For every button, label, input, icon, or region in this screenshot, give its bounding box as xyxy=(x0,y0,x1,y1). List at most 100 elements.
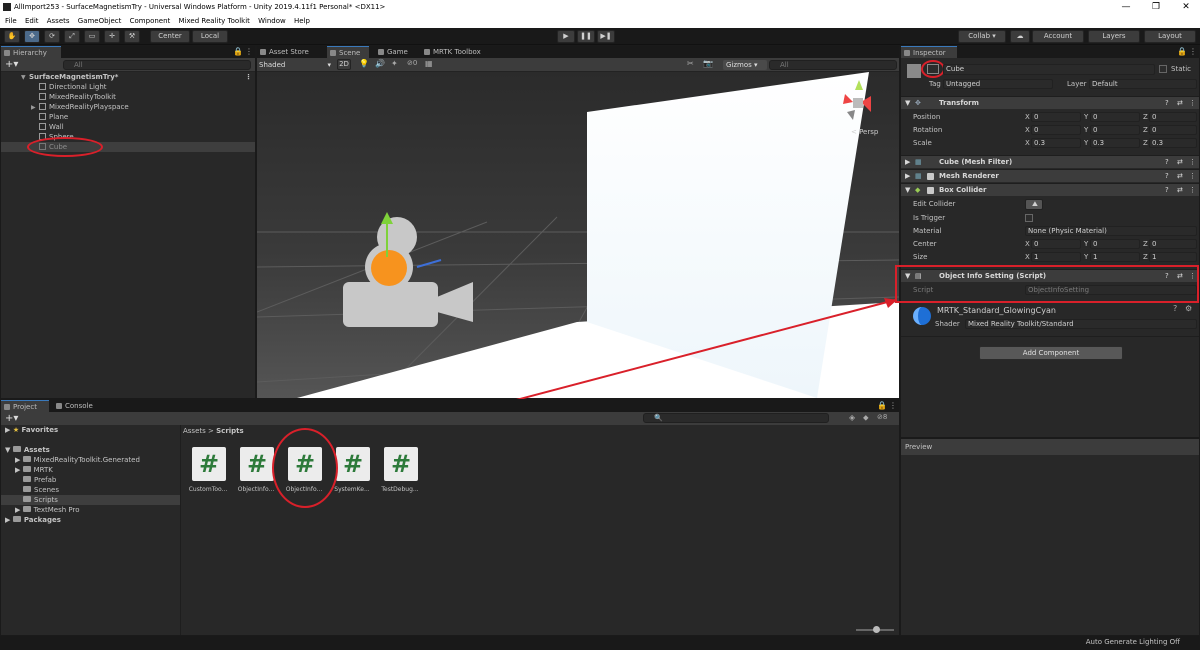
menu-gameobject[interactable]: GameObject xyxy=(78,17,122,25)
component-menu-icon[interactable]: ⋮ xyxy=(1189,156,1196,169)
account-dropdown[interactable]: Account xyxy=(1032,30,1084,43)
perspective-label[interactable]: < Persp xyxy=(851,128,878,136)
favorites-row[interactable]: ▶ ★ Favorites xyxy=(5,425,58,435)
tab-inspector[interactable]: Inspector xyxy=(901,46,957,58)
collapse-arrow-icon[interactable]: ▶ xyxy=(905,156,910,169)
folder-textmesh-pro[interactable]: ▶ TextMesh Pro xyxy=(15,505,80,515)
add-component-button[interactable]: Add Component xyxy=(979,346,1123,360)
center-z-field[interactable]: 0 xyxy=(1149,239,1197,249)
component-menu-icon[interactable]: ⚙ xyxy=(1185,304,1192,313)
layers-dropdown[interactable]: Layers xyxy=(1088,30,1140,43)
rotation-y-field[interactable]: 0 xyxy=(1090,125,1140,135)
help-icon[interactable]: ? xyxy=(1165,184,1169,197)
scale-x-field[interactable]: 0.3 xyxy=(1031,138,1081,148)
help-icon[interactable]: ? xyxy=(1165,97,1169,110)
expand-arrow-icon[interactable]: ▼ xyxy=(905,97,910,110)
hierarchy-item-mrtk[interactable]: MixedRealityToolkit xyxy=(1,92,255,102)
preset-icon[interactable]: ⇄ xyxy=(1177,170,1183,183)
menu-assets[interactable]: Assets xyxy=(47,17,70,25)
scale-z-field[interactable]: 0.3 xyxy=(1149,138,1197,148)
layout-dropdown[interactable]: Layout xyxy=(1144,30,1196,43)
gizmos-dropdown[interactable]: Gizmos ▾ xyxy=(723,60,767,70)
grid-icon[interactable]: ▦ xyxy=(425,59,433,68)
collab-button[interactable]: Collab ▾ xyxy=(958,30,1006,43)
folder-mrtk-generated[interactable]: ▶ MixedRealityToolkit.Generated xyxy=(15,455,140,465)
tab-project[interactable]: Project xyxy=(1,400,49,412)
rect-tool-icon[interactable]: ▭ xyxy=(84,30,100,43)
box-collider-header[interactable]: ▼ ◆ Box Collider ? ⇄ ⋮ xyxy=(901,183,1199,196)
script-file-customtool[interactable]: # xyxy=(192,447,226,481)
tab-game[interactable]: Game xyxy=(375,46,411,58)
physic-material-field[interactable]: None (Physic Material) xyxy=(1025,226,1197,236)
rotation-z-field[interactable]: 0 xyxy=(1149,125,1197,135)
hierarchy-item-plane[interactable]: Plane xyxy=(1,112,255,122)
script-file-systemke[interactable]: # xyxy=(336,447,370,481)
step-button[interactable]: ▶❚ xyxy=(597,30,615,43)
pivot-local-button[interactable]: Local xyxy=(192,30,228,43)
folder-mrtk[interactable]: ▶ MRTK xyxy=(15,465,53,475)
shading-dropdown[interactable]: Shaded ▾ xyxy=(259,60,331,70)
tab-hierarchy[interactable]: Hierarchy xyxy=(1,46,61,58)
size-x-field[interactable]: 1 xyxy=(1031,252,1081,262)
scene-menu-icon[interactable]: ⋮ xyxy=(245,72,252,82)
folder-prefab[interactable]: Prefab xyxy=(23,475,56,485)
folder-scripts[interactable]: Scripts xyxy=(1,495,180,505)
rotation-x-field[interactable]: 0 xyxy=(1031,125,1081,135)
is-trigger-checkbox[interactable] xyxy=(1025,214,1033,222)
position-z-field[interactable]: 0 xyxy=(1149,112,1197,122)
lock-icon[interactable]: 🔒 xyxy=(877,401,887,410)
hand-tool-icon[interactable]: ✋ xyxy=(4,30,20,43)
pivot-center-button[interactable]: Center xyxy=(150,30,190,43)
static-checkbox[interactable] xyxy=(1159,65,1167,73)
menu-help[interactable]: Help xyxy=(294,17,310,25)
enabled-checkbox[interactable] xyxy=(927,173,934,180)
center-x-field[interactable]: 0 xyxy=(1031,239,1081,249)
close-button[interactable]: ✕ xyxy=(1172,0,1200,14)
scene-row[interactable]: ▼ SurfaceMagnetismTry* ⋮ xyxy=(1,72,255,82)
scale-y-field[interactable]: 0.3 xyxy=(1090,138,1140,148)
breadcrumb-assets[interactable]: Assets xyxy=(183,427,206,435)
scene-viewport[interactable]: < Persp xyxy=(257,72,899,398)
tab-mrtk-toolbox[interactable]: MRTK Toolbox xyxy=(421,46,491,58)
scale-tool-icon[interactable]: ⤢ xyxy=(64,30,80,43)
create-plus-icon[interactable]: +▾ xyxy=(5,59,18,70)
custom-tool-icon[interactable]: ⚒ xyxy=(124,30,140,43)
assets-row[interactable]: ▼ Assets xyxy=(5,445,50,455)
edit-collider-button[interactable]: ⛰ xyxy=(1025,199,1043,210)
menu-window[interactable]: Window xyxy=(258,17,286,25)
script-file-objectinfo-1[interactable]: # xyxy=(240,447,274,481)
component-menu-icon[interactable]: ⋮ xyxy=(1189,170,1196,183)
zoom-slider[interactable] xyxy=(856,626,894,633)
audio-icon[interactable]: 🔊 xyxy=(375,59,385,68)
layer-dropdown[interactable]: Default xyxy=(1089,79,1197,89)
mesh-filter-header[interactable]: ▶ ▦ Cube (Mesh Filter) ? ⇄ ⋮ xyxy=(901,155,1199,168)
filter-type-icon[interactable]: ◈ xyxy=(849,413,855,422)
menu-file[interactable]: File xyxy=(5,17,17,25)
tag-dropdown[interactable]: Untagged xyxy=(943,79,1053,89)
hierarchy-item-directional-light[interactable]: Directional Light xyxy=(1,82,255,92)
help-icon[interactable]: ? xyxy=(1173,304,1177,313)
component-menu-icon[interactable]: ⋮ xyxy=(1189,184,1196,197)
object-name-field[interactable]: Cube xyxy=(943,64,1155,75)
packages-row[interactable]: ▶ Packages xyxy=(5,515,61,525)
panel-menu-icon[interactable]: ⋮ xyxy=(245,47,253,56)
lock-icon[interactable]: 🔒 xyxy=(1177,47,1187,56)
preset-icon[interactable]: ⇄ xyxy=(1177,97,1183,110)
project-search-input[interactable]: 🔍 xyxy=(643,413,829,423)
help-icon[interactable]: ? xyxy=(1165,156,1169,169)
tab-asset-store[interactable]: Asset Store xyxy=(257,46,315,58)
menu-component[interactable]: Component xyxy=(130,17,171,25)
menu-edit[interactable]: Edit xyxy=(25,17,39,25)
breadcrumb-scripts[interactable]: Scripts xyxy=(216,427,244,435)
menu-mixed-reality-toolkit[interactable]: Mixed Reality Toolkit xyxy=(179,17,250,25)
tab-console[interactable]: Console xyxy=(53,400,101,412)
mesh-renderer-header[interactable]: ▶ ▦ Mesh Renderer ? ⇄ ⋮ xyxy=(901,169,1199,182)
collapse-arrow-icon[interactable]: ▶ xyxy=(905,170,910,183)
play-button[interactable]: ▶ xyxy=(557,30,575,43)
effects-icon[interactable]: ✦ xyxy=(391,59,398,68)
panel-menu-icon[interactable]: ⋮ xyxy=(1189,47,1197,56)
move-tool-icon[interactable]: ✥ xyxy=(24,30,40,43)
label-icon[interactable]: ⬥ xyxy=(863,413,869,423)
preset-icon[interactable]: ⇄ xyxy=(1177,184,1183,197)
shader-dropdown[interactable]: Mixed Reality Toolkit/Standard xyxy=(965,319,1197,329)
